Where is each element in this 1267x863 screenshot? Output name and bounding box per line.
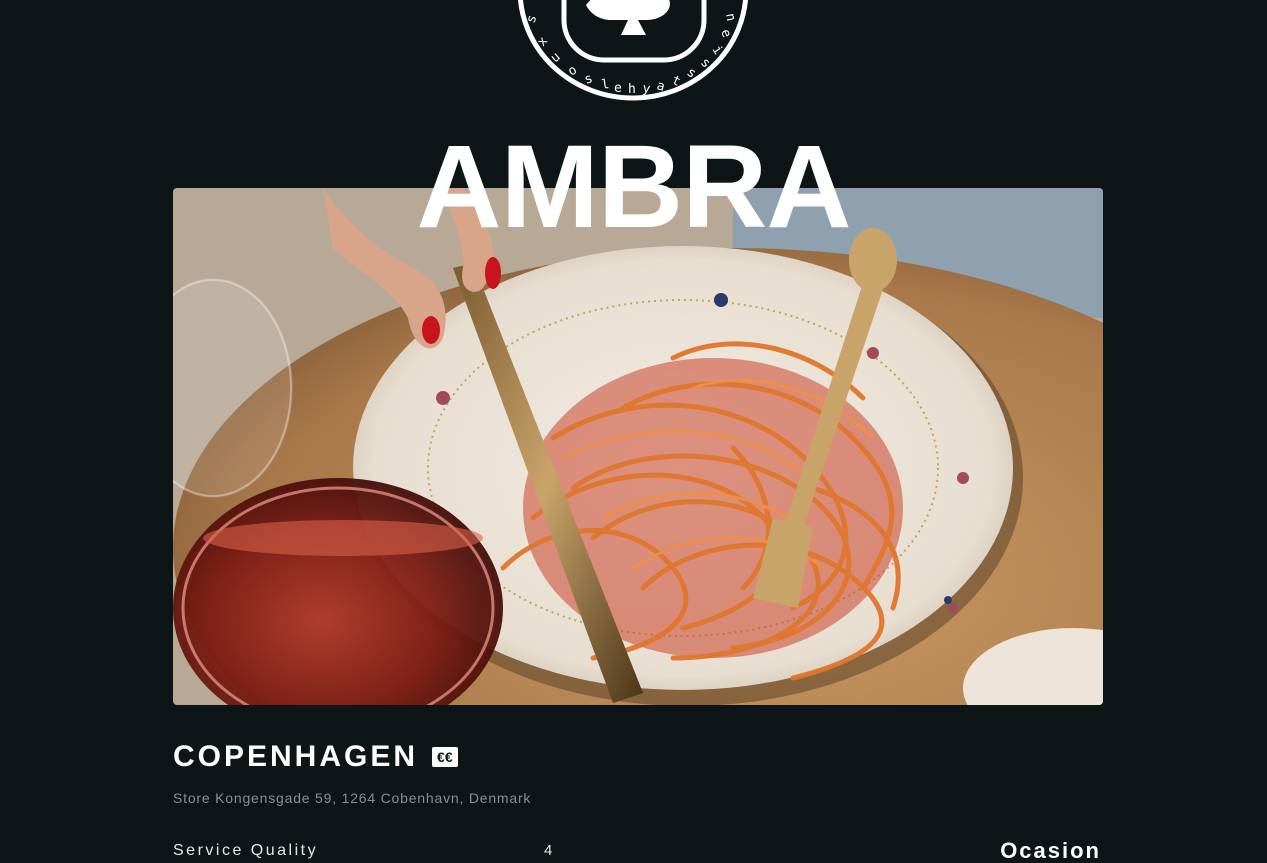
svg-text:l: l: [600, 77, 610, 93]
address: Store Kongensgade 59, 1264 Cobenhavn, De…: [173, 790, 532, 806]
restaurant-title: AMBRA: [416, 121, 851, 253]
goose-seal-logo[interactable]: s x u o s l e h y a t s s i e n: [516, 0, 750, 102]
service-quality-label: Service Quality: [173, 842, 319, 859]
svg-text:e: e: [614, 81, 622, 96]
hero-image: [173, 188, 1103, 705]
goose-seal-icon: s x u o s l e h y a t s s i e n: [518, 0, 748, 101]
city-row: COPENHAGEN €€: [173, 740, 458, 774]
svg-text:n: n: [722, 12, 738, 22]
svg-text:h: h: [628, 82, 636, 97]
occasion-label: Ocasion: [1000, 838, 1101, 863]
price-badge: €€: [432, 747, 458, 767]
pasta-dish-photo: [173, 188, 1103, 705]
city-name: COPENHAGEN: [173, 740, 419, 773]
service-quality-value: 4: [544, 842, 553, 859]
